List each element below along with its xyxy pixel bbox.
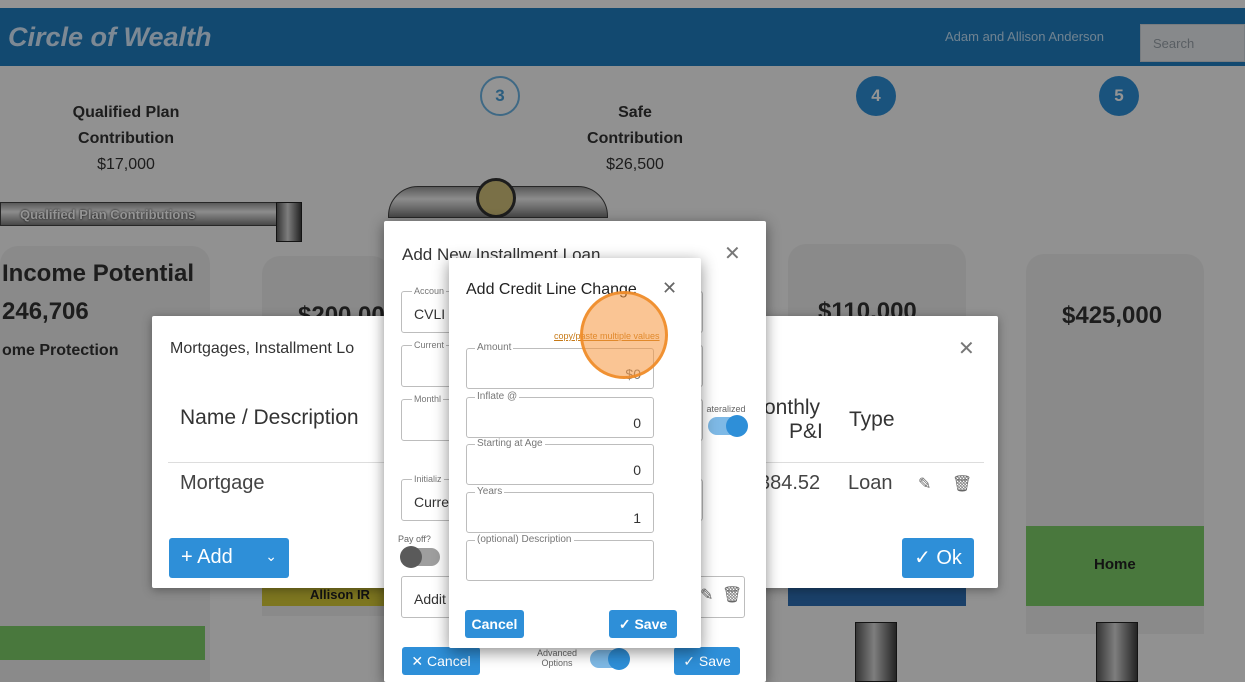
trash-icon[interactable]: 🗑: [952, 474, 972, 494]
trash-icon[interactable]: 🗑: [722, 585, 742, 605]
cancel-button[interactable]: Cancel: [465, 610, 524, 638]
ok-button[interactable]: ✓ Ok: [902, 538, 974, 578]
column-monthly: onthly: [764, 396, 821, 419]
column-type: Type: [849, 408, 895, 431]
column-name: Name / Description: [180, 406, 359, 429]
column-pi: P&I: [789, 420, 823, 443]
years-field[interactable]: Years 1: [466, 486, 654, 533]
save-button[interactable]: ✓ Save: [609, 610, 677, 638]
collateralized-label: ateralized: [706, 404, 746, 414]
panel-title: Mortgages, Installment Lo: [170, 340, 355, 357]
pay-off-label: Pay off?: [398, 534, 431, 544]
click-highlight: [580, 291, 668, 379]
advanced-options-label: Advanced Options: [536, 648, 578, 668]
row-name: Mortgage: [180, 472, 265, 494]
edit-icon[interactable]: ✎: [918, 474, 931, 494]
starting-age-field[interactable]: Starting at Age 0: [466, 438, 654, 485]
advanced-options-toggle[interactable]: [590, 648, 630, 670]
collateralized-toggle[interactable]: [708, 415, 748, 437]
save-button[interactable]: ✓ Save: [674, 647, 740, 675]
close-icon[interactable]: ✕: [662, 278, 677, 299]
close-icon[interactable]: ✕: [958, 336, 975, 361]
edit-icon[interactable]: ✎: [700, 585, 713, 605]
add-button[interactable]: + Add ⌄: [169, 538, 289, 578]
row-monthly: 384.52: [759, 472, 821, 494]
inflate-field[interactable]: Inflate @ 0: [466, 391, 654, 438]
pay-off-toggle[interactable]: [400, 546, 440, 568]
row-type: Loan: [848, 472, 893, 494]
cancel-button[interactable]: ✕ Cancel: [402, 647, 480, 675]
close-icon[interactable]: ✕: [724, 241, 741, 266]
description-field[interactable]: (optional) Description: [466, 534, 654, 581]
chevron-down-icon[interactable]: ⌄: [265, 548, 277, 565]
